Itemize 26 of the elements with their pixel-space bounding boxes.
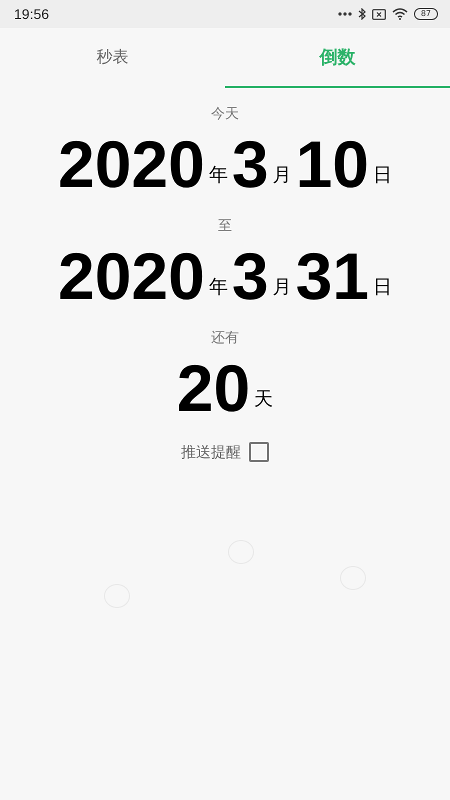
day-unit: 日: [372, 163, 392, 188]
remaining-label: 还有: [211, 329, 239, 348]
remaining-days: 20: [176, 355, 250, 421]
month-number: 3: [232, 243, 269, 309]
push-reminder-label: 推送提醒: [181, 442, 241, 462]
battery-indicator: 87: [414, 8, 438, 20]
month-unit: 月: [272, 163, 292, 188]
year-unit: 年: [208, 275, 228, 300]
status-time: 19:56: [14, 6, 50, 22]
year-number: 2020: [58, 243, 205, 309]
year-number: 2020: [58, 131, 205, 197]
month-unit: 月: [272, 275, 292, 300]
month-number: 3: [232, 131, 269, 197]
sim-icon: [372, 8, 386, 20]
day-number: 31: [296, 243, 369, 309]
to-label: 至: [218, 217, 232, 236]
tab[interactable]: 秒表: [0, 28, 225, 88]
days-unit: 天: [254, 387, 274, 412]
reminder-checkbox[interactable]: [249, 442, 269, 462]
today-label: 今天: [211, 105, 239, 124]
year-unit: 年: [208, 163, 228, 188]
bluetooth-icon: [358, 8, 366, 20]
wifi-icon: [392, 8, 408, 20]
day-number: 10: [296, 131, 369, 197]
day-unit: 日: [372, 275, 392, 300]
more-icon: [338, 12, 352, 16]
